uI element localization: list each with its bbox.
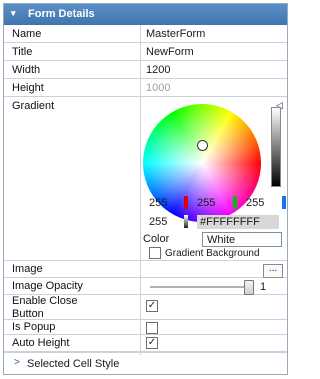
name-label: Name: [12, 28, 42, 40]
gradient-background-label: Gradient Background: [165, 248, 260, 259]
green-swatch: [233, 196, 237, 209]
selected-cell-style-section[interactable]: > Selected Cell Style: [4, 352, 287, 375]
color-wheel-selector[interactable]: [197, 140, 208, 151]
alpha-swatch: [184, 215, 188, 228]
row-image: [4, 260, 287, 278]
chevron-right-icon: >: [14, 357, 20, 368]
title-value[interactable]: NewForm: [146, 46, 194, 58]
is-popup-checkbox[interactable]: [146, 322, 158, 334]
image-label: Image: [12, 263, 43, 275]
selected-cell-style-label: Selected Cell Style: [27, 358, 120, 370]
blue-value[interactable]: 255: [246, 197, 264, 209]
enable-close-label: Enable Close Button: [12, 295, 78, 320]
image-opacity-thumb[interactable]: [244, 280, 254, 295]
name-value[interactable]: MasterForm: [146, 28, 205, 40]
image-opacity-value: 1: [260, 281, 267, 293]
image-opacity-track[interactable]: [150, 286, 254, 288]
brightness-slider[interactable]: [271, 107, 281, 187]
color-name-field[interactable]: White: [202, 232, 282, 247]
hex-value[interactable]: #FFFFFFFF: [197, 215, 279, 229]
image-browse-button[interactable]: ...: [263, 264, 283, 278]
blue-swatch: [282, 196, 286, 209]
gradient-background-checkbox[interactable]: [149, 247, 161, 259]
auto-height-label: Auto Height: [12, 337, 70, 349]
red-value[interactable]: 255: [149, 197, 167, 209]
color-label: Color: [143, 233, 170, 245]
image-opacity-label: Image Opacity: [12, 280, 83, 292]
title-label: Title: [12, 46, 33, 58]
width-label: Width: [12, 64, 41, 76]
panel-title: Form Details: [28, 8, 95, 20]
height-label: Height: [12, 82, 44, 94]
red-swatch: [184, 196, 188, 209]
is-popup-label: Is Popup: [12, 321, 56, 333]
green-value[interactable]: 255: [197, 197, 215, 209]
form-details-header[interactable]: ▾ Form Details: [4, 4, 287, 25]
height-value[interactable]: 1000: [146, 82, 170, 94]
gradient-label: Gradient: [12, 100, 55, 112]
chevron-down-icon: ▾: [11, 8, 16, 18]
auto-height-checkbox[interactable]: ✓: [146, 337, 158, 349]
alpha-value[interactable]: 255: [149, 216, 167, 228]
enable-close-checkbox[interactable]: ✓: [146, 300, 158, 312]
form-details-panel: ▾ Form Details Name MasterForm Title New…: [3, 3, 288, 375]
width-value[interactable]: 1200: [146, 64, 170, 76]
